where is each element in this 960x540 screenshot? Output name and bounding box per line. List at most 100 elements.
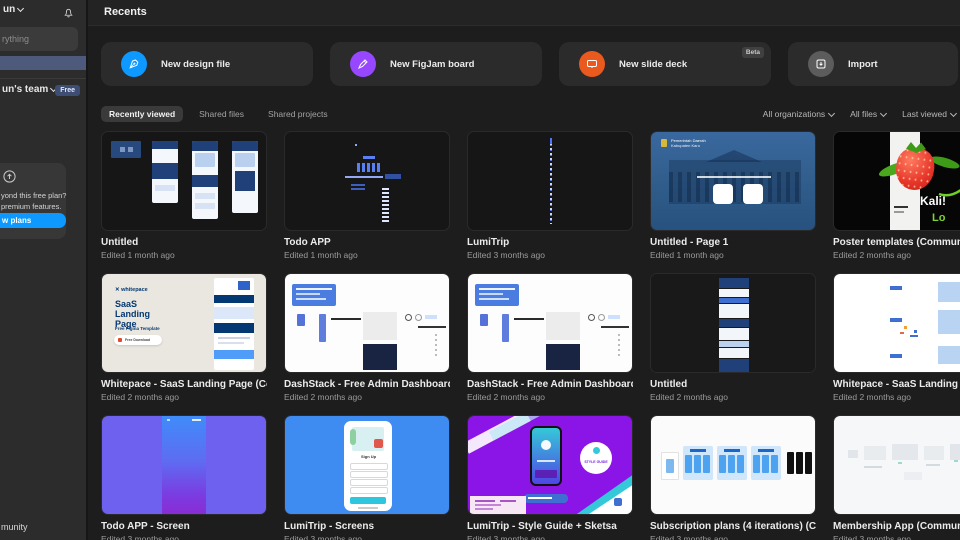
file-title: Whitepace - SaaS Landing Page (Community… bbox=[833, 379, 960, 390]
new-slide-deck-button[interactable]: New slide deck Beta bbox=[559, 42, 771, 86]
file-card[interactable]: Todo APP Edited 1 month ago bbox=[284, 131, 450, 260]
team-name: un's team bbox=[2, 84, 49, 95]
tab-shared-files[interactable]: Shared files bbox=[191, 106, 252, 122]
file-edited-timestamp: Edited 2 months ago bbox=[284, 392, 362, 402]
sidebar-item-recents-selected[interactable] bbox=[0, 56, 86, 70]
sidebar-item-explore-community[interactable]: munity bbox=[1, 522, 28, 532]
file-edited-timestamp: Edited 2 months ago bbox=[467, 392, 545, 402]
file-edited-timestamp: Edited 1 month ago bbox=[284, 250, 358, 260]
file-thumbnail: ✕ whitepace SaaS Landing Page Free Figma T… bbox=[101, 273, 267, 373]
file-edited-timestamp: Edited 2 months ago bbox=[101, 392, 179, 402]
file-title: Subscription plans (4 iterations) (Commu… bbox=[650, 521, 816, 532]
file-thumbnail: STYLE GUIDE bbox=[467, 415, 633, 515]
upgrade-arrow-icon bbox=[3, 170, 16, 188]
chevron-down-icon bbox=[17, 4, 25, 13]
chevron-down-icon bbox=[949, 109, 958, 117]
file-card[interactable]: Pemerintah Daerah Kabupaten Karo Untitled … bbox=[650, 131, 816, 260]
file-card[interactable]: STYLE GUIDE LumiTrip - Style Guide + Sket… bbox=[467, 415, 633, 540]
thumb-text: Lo bbox=[932, 212, 946, 224]
thumb-text: STYLE GUIDE bbox=[584, 460, 608, 464]
phone-mockup bbox=[232, 141, 258, 213]
sidebar-item-team[interactable]: un's team bbox=[2, 84, 58, 95]
plan-group bbox=[717, 446, 747, 480]
brand-logo: ✕ whitepace bbox=[115, 287, 148, 293]
file-card[interactable]: Whitepace - SaaS Landing Page (Community… bbox=[833, 273, 960, 402]
chevron-down-icon bbox=[880, 109, 888, 117]
file-card[interactable]: ✕ whitepace SaaS Landing Page Free Figma T… bbox=[101, 273, 267, 402]
new-design-file-button[interactable]: New design file bbox=[101, 42, 313, 86]
phone-mockup bbox=[152, 141, 178, 203]
file-edited-timestamp: Edited 3 months ago bbox=[833, 534, 911, 540]
file-edited-timestamp: Edited 3 months ago bbox=[467, 534, 545, 540]
chevron-down-icon bbox=[828, 109, 836, 117]
create-file-row: New design file New FigJam board New slide… bbox=[101, 42, 958, 86]
page-header: Recents bbox=[88, 0, 960, 26]
filter-all-files[interactable]: All files bbox=[850, 109, 888, 119]
file-edited-timestamp: Edited 2 months ago bbox=[833, 392, 911, 402]
create-button-label: New design file bbox=[161, 58, 231, 70]
file-grid-row: ✕ whitepace SaaS Landing Page Free Figma T… bbox=[101, 273, 960, 402]
file-thumbnail bbox=[101, 131, 267, 231]
file-card[interactable]: Untitled Edited 1 month ago bbox=[101, 131, 267, 260]
file-edited-timestamp: Edited 3 months ago bbox=[101, 534, 179, 540]
file-title: LumiTrip - Style Guide + Sketsa bbox=[467, 521, 617, 532]
file-edited-timestamp: Edited 1 month ago bbox=[650, 250, 724, 260]
file-edited-timestamp: Edited 2 months ago bbox=[650, 392, 728, 402]
search-input[interactable]: rything bbox=[0, 27, 78, 51]
file-title: Untitled bbox=[101, 237, 139, 248]
notifications-bell-icon[interactable] bbox=[63, 5, 74, 23]
file-title: DashStack - Free Admin Dashboard UI Kit … bbox=[284, 379, 450, 390]
beta-badge: Beta bbox=[741, 47, 764, 58]
file-card[interactable]: LumiTrip Edited 3 months ago bbox=[467, 131, 633, 260]
file-card[interactable]: Kali! Lo Poster templates (Community) Edite… bbox=[833, 131, 960, 260]
import-icon bbox=[808, 51, 834, 77]
file-card[interactable]: Sign Up LumiTrip - Screens Edited 3 months… bbox=[284, 415, 450, 540]
phone-mockup bbox=[192, 141, 218, 219]
file-card[interactable]: Todo APP - Screen Edited 3 months ago bbox=[101, 415, 267, 540]
file-thumbnail bbox=[650, 415, 816, 515]
dashboard-banner bbox=[475, 284, 519, 306]
file-card[interactable]: DashStack - Free Admin Dashboard UI Kit … bbox=[284, 273, 450, 402]
file-thumbnail bbox=[833, 415, 960, 515]
file-edited-timestamp: Edited 3 months ago bbox=[467, 250, 545, 260]
account-name: un bbox=[3, 4, 16, 15]
file-title: LumiTrip bbox=[467, 237, 510, 248]
thumb-subtext: Free Figma Template bbox=[115, 326, 160, 331]
file-card[interactable]: Untitled Edited 2 months ago bbox=[650, 273, 816, 402]
crest-logo bbox=[661, 139, 667, 147]
figjam-marker-icon bbox=[350, 51, 376, 77]
file-edited-timestamp: Edited 2 months ago bbox=[833, 250, 911, 260]
tab-recently-viewed[interactable]: Recently viewed bbox=[101, 106, 184, 122]
file-card[interactable]: DashStack - Free Admin Dashboard UI Kit … bbox=[467, 273, 633, 402]
file-thumbnail bbox=[284, 273, 450, 373]
file-thumbnail bbox=[284, 131, 450, 231]
filter-all-organizations[interactable]: All organizations bbox=[763, 109, 836, 119]
thumb-text: Kabupaten Karo bbox=[671, 143, 700, 148]
dashboard-banner bbox=[292, 284, 336, 306]
file-title: Untitled - Page 1 bbox=[650, 237, 729, 248]
plan-group bbox=[751, 446, 781, 480]
file-card[interactable]: Membership App (Community) Edited 3 month… bbox=[833, 415, 960, 540]
mobile-wireframe-card bbox=[111, 141, 141, 158]
file-thumbnail bbox=[833, 273, 960, 373]
upsell-text-line2: premium features. bbox=[1, 202, 62, 211]
new-figjam-board-button[interactable]: New FigJam board bbox=[330, 42, 542, 86]
import-button[interactable]: Import bbox=[788, 42, 958, 86]
file-title: DashStack - Free Admin Dashboard UI Kit … bbox=[467, 379, 633, 390]
file-card[interactable]: Subscription plans (4 iterations) (Commu… bbox=[650, 415, 816, 540]
tab-shared-projects[interactable]: Shared projects bbox=[260, 106, 336, 122]
file-thumbnail bbox=[650, 273, 816, 373]
file-title: Todo APP - Screen bbox=[101, 521, 190, 532]
filter-sort-last-viewed[interactable]: Last viewed bbox=[902, 109, 958, 119]
create-button-label: New FigJam board bbox=[390, 58, 475, 70]
filter-group: All organizations All files Last viewed bbox=[763, 109, 958, 119]
file-thumbnail: Pemerintah Daerah Kabupaten Karo bbox=[650, 131, 816, 231]
file-title: Membership App (Community) bbox=[833, 521, 960, 532]
style-guide-circle: STYLE GUIDE bbox=[580, 442, 612, 474]
phone-screen-strip bbox=[162, 416, 206, 514]
file-edited-timestamp: Edited 1 month ago bbox=[101, 250, 175, 260]
view-plans-button[interactable]: w plans bbox=[0, 213, 66, 228]
account-menu[interactable]: un bbox=[3, 4, 25, 15]
download-pill: Free Download bbox=[114, 335, 162, 345]
file-thumbnail bbox=[467, 131, 633, 231]
